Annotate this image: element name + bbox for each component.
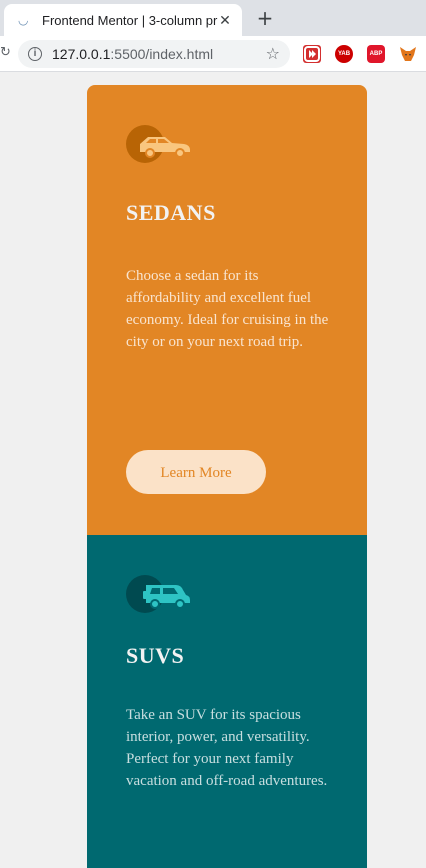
card-sedans: SEDANS Choose a sedan for its affordabil… bbox=[87, 85, 367, 535]
bookmark-star-icon[interactable]: ☆ bbox=[266, 44, 280, 63]
reload-icon[interactable]: ↻ bbox=[0, 45, 11, 60]
suvs-description: Take an SUV for its spacious interior, p… bbox=[126, 707, 328, 789]
tab-title: Frontend Mentor | 3-column pr bbox=[42, 12, 218, 28]
extension-abp-icon[interactable]: ABP bbox=[367, 45, 385, 63]
extension-yab-icon[interactable]: YAB bbox=[335, 45, 353, 63]
url-host: 127.0.0.1 bbox=[52, 46, 111, 62]
browser-tab[interactable]: ◡ Frontend Mentor | 3-column pr ✕ bbox=[4, 4, 242, 36]
favicon-icon: ◡ bbox=[18, 13, 29, 27]
close-tab-icon[interactable]: ✕ bbox=[216, 11, 234, 29]
sedan-car-icon bbox=[126, 125, 190, 163]
address-bar[interactable]: i 127.0.0.1:5500/index.html ☆ bbox=[18, 40, 290, 68]
extension-media-icon[interactable] bbox=[303, 45, 321, 63]
site-info-icon[interactable]: i bbox=[28, 47, 42, 61]
suvs-heading: SUVS bbox=[126, 643, 185, 668]
learn-more-button[interactable]: Learn More bbox=[126, 450, 266, 494]
browser-tab-bar: ◡ Frontend Mentor | 3-column pr ✕ + bbox=[0, 0, 426, 36]
browser-toolbar: ↻ i 127.0.0.1:5500/index.html ☆ YAB ABP bbox=[0, 36, 426, 72]
suv-car-icon bbox=[126, 575, 190, 613]
sedans-description: Choose a sedan for its affordability and… bbox=[126, 268, 329, 350]
sedans-heading: SEDANS bbox=[126, 200, 216, 225]
extension-fox-icon[interactable] bbox=[399, 45, 417, 63]
new-tab-icon[interactable]: + bbox=[256, 6, 274, 30]
url-path: :5500/index.html bbox=[110, 46, 214, 62]
card-suvs: SUVS Take an SUV for its spacious interi… bbox=[87, 535, 367, 868]
